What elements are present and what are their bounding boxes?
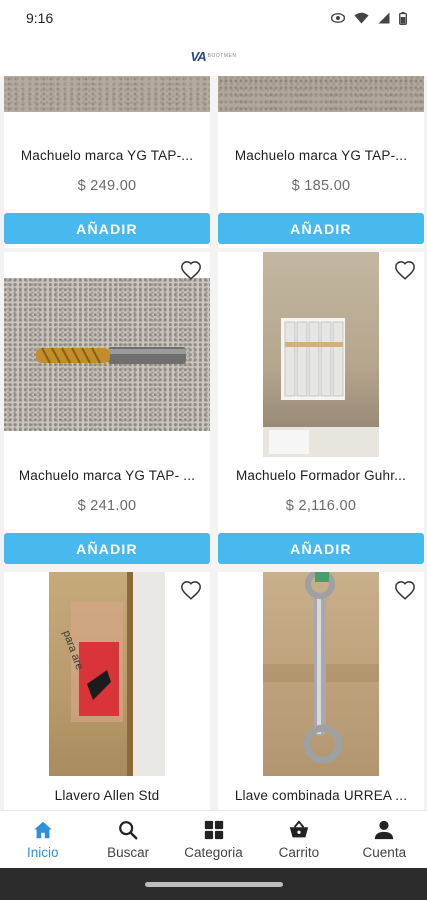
nav-item-buscar[interactable]: Buscar	[85, 811, 170, 868]
status-bar: 9:16	[0, 0, 427, 36]
basket-icon	[288, 819, 310, 841]
wifi-icon	[354, 12, 369, 24]
brand-logo: VA BOOTMEN	[191, 49, 237, 64]
app-header: VA BOOTMEN	[0, 36, 427, 76]
add-to-cart-button[interactable]: AÑADIR	[218, 533, 424, 564]
product-card[interactable]: Machuelo marca YG TAP-... $ 185.00 AÑADI…	[218, 76, 424, 248]
system-navigation-bar	[0, 868, 427, 900]
nav-label: Inicio	[26, 845, 59, 860]
product-image[interactable]	[4, 76, 210, 112]
heart-icon[interactable]	[180, 260, 202, 282]
product-grid[interactable]: Machuelo marca YG TAP-... $ 249.00 AÑADI…	[0, 76, 427, 810]
product-price: $ 185.00	[291, 178, 351, 194]
product-title[interactable]: Machuelo marca YG TAP- ...	[4, 468, 210, 483]
logo-mark: VA	[190, 48, 207, 64]
product-card[interactable]: Llave combinada URREA ...	[218, 572, 424, 810]
heart-icon[interactable]	[394, 580, 416, 602]
status-time: 9:16	[26, 10, 54, 26]
bottom-navigation: Inicio Buscar Categoria Carrito Cuenta	[0, 810, 427, 868]
search-icon	[117, 819, 139, 841]
wrench-image	[263, 572, 379, 764]
nav-item-categoria[interactable]: Categoria	[171, 811, 256, 868]
product-title[interactable]: Machuelo marca YG TAP-...	[218, 148, 424, 163]
nav-item-cuenta[interactable]: Cuenta	[342, 811, 427, 868]
nav-item-carrito[interactable]: Carrito	[256, 811, 341, 868]
keychain-image: para are	[60, 572, 165, 776]
signal-icon	[378, 12, 390, 24]
product-title[interactable]: Machuelo marca YG TAP-...	[4, 148, 210, 163]
product-card[interactable]: Machuelo marca YG TAP- ... $ 241.00 AÑAD…	[4, 252, 210, 564]
eye-icon	[331, 13, 345, 23]
product-image[interactable]	[263, 572, 379, 776]
tap-tool-image	[36, 347, 186, 364]
nav-label: Buscar	[107, 845, 150, 860]
add-to-cart-button[interactable]: AÑADIR	[218, 213, 424, 244]
nav-item-inicio[interactable]: Inicio	[0, 811, 85, 868]
home-gesture-handle[interactable]	[144, 881, 283, 887]
product-price: $ 241.00	[77, 498, 137, 514]
heart-icon[interactable]	[180, 580, 202, 602]
person-icon	[373, 819, 395, 841]
tap-box-image	[263, 318, 379, 457]
product-title[interactable]: Llavero Allen Std	[4, 788, 210, 803]
product-image[interactable]	[263, 252, 379, 457]
status-icons	[331, 11, 407, 25]
add-to-cart-button[interactable]: AÑADIR	[4, 533, 210, 564]
product-image[interactable]	[4, 278, 210, 431]
product-card[interactable]: Machuelo Formador Guhr... $ 2,116.00 AÑA…	[218, 252, 424, 564]
product-price: $ 2,116.00	[285, 498, 357, 514]
logo-text: BOOTMEN	[207, 53, 237, 59]
product-image[interactable]	[218, 76, 424, 112]
home-icon	[32, 819, 54, 841]
product-price: $ 249.00	[77, 178, 137, 194]
nav-label: Carrito	[278, 845, 320, 860]
heart-icon[interactable]	[394, 260, 416, 282]
add-to-cart-button[interactable]: AÑADIR	[4, 213, 210, 244]
product-card[interactable]: para are Llavero Allen Std	[4, 572, 210, 810]
product-title[interactable]: Llave combinada URREA ...	[218, 788, 424, 803]
nav-label: Categoria	[184, 845, 243, 860]
nav-label: Cuenta	[362, 845, 407, 860]
product-image[interactable]: para are	[49, 572, 165, 776]
product-title[interactable]: Machuelo Formador Guhr...	[218, 468, 424, 483]
grid-icon	[203, 819, 225, 841]
battery-icon	[399, 11, 407, 25]
product-card[interactable]: Machuelo marca YG TAP-... $ 249.00 AÑADI…	[4, 76, 210, 248]
